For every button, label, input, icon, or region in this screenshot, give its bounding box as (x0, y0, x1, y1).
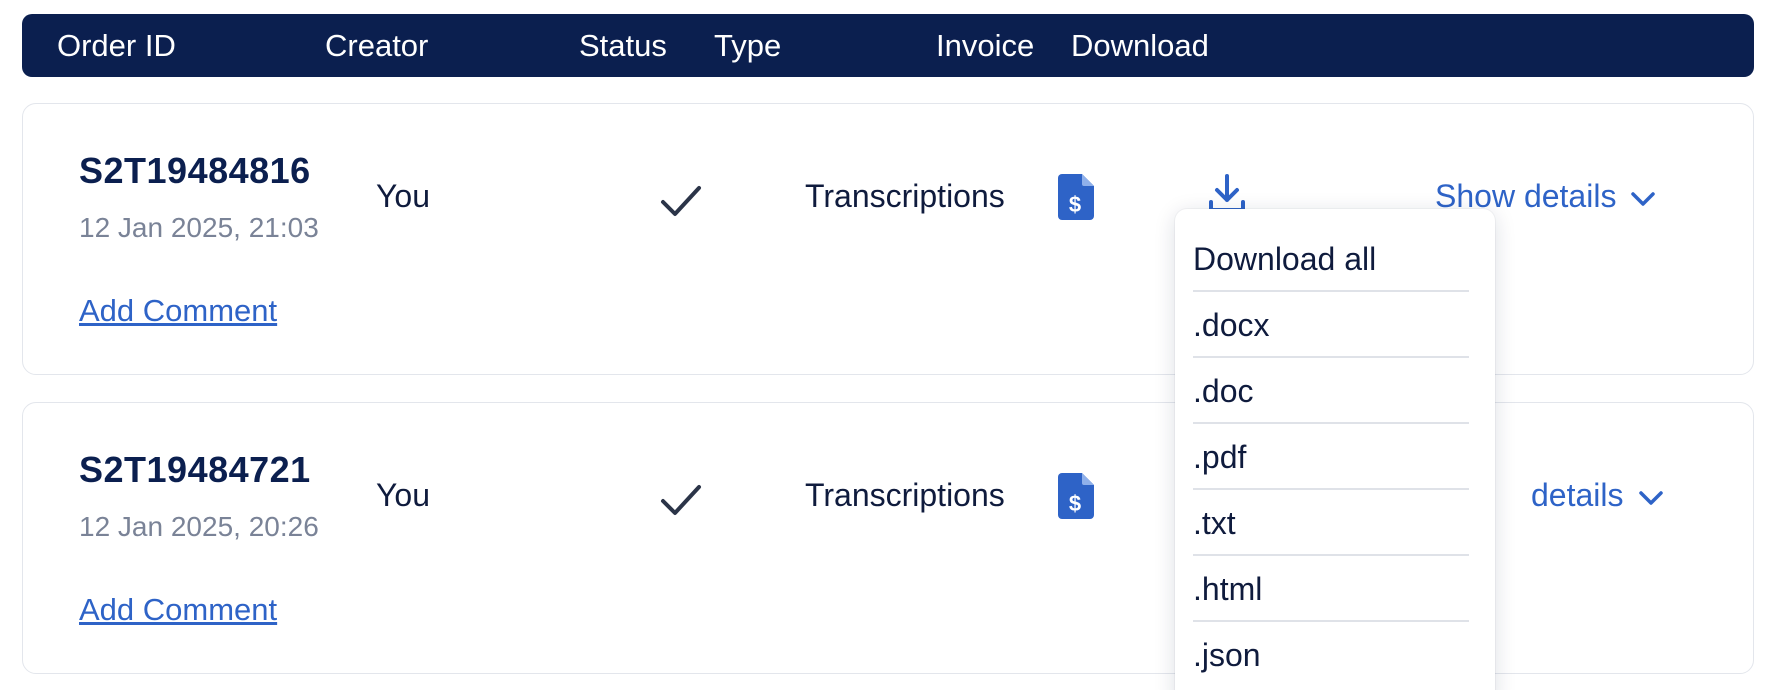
download-docx-option[interactable]: .docx (1193, 293, 1469, 358)
header-download: Download (1071, 28, 1209, 63)
check-icon (661, 186, 701, 216)
header-order-id: Order ID (57, 28, 176, 63)
order-date: 12 Jan 2025, 20:26 (79, 511, 319, 542)
download-arrow-icon[interactable] (1207, 174, 1247, 214)
order-id: S2T19484816 (79, 150, 311, 191)
download-json-option[interactable]: .json (1193, 623, 1469, 688)
add-comment-link[interactable]: Add Comment (79, 592, 277, 628)
header-status: Status (579, 28, 667, 63)
download-doc-option[interactable]: .doc (1193, 359, 1469, 424)
invoice-dollar-icon[interactable]: $ (1058, 174, 1094, 220)
download-html-option[interactable]: .html (1193, 557, 1469, 622)
header-creator: Creator (325, 28, 429, 63)
creator: You (376, 178, 430, 214)
svg-text:$: $ (1069, 192, 1081, 217)
order-date: 12 Jan 2025, 21:03 (79, 212, 319, 243)
chevron-down-icon (1631, 191, 1656, 206)
header-invoice: Invoice (936, 28, 1035, 63)
check-icon (661, 485, 701, 515)
show-details-label: details (1531, 477, 1624, 513)
add-comment-link[interactable]: Add Comment (79, 293, 277, 329)
download-dropdown-menu: Download all .docx .doc .pdf .txt .html … (1175, 209, 1495, 690)
show-details-toggle[interactable]: details (1531, 477, 1664, 514)
svg-text:$: $ (1069, 491, 1081, 516)
creator: You (376, 477, 430, 513)
download-txt-option[interactable]: .txt (1193, 491, 1469, 556)
order-type: Transcriptions (805, 477, 1005, 513)
download-all-option[interactable]: Download all (1193, 227, 1469, 292)
order-id: S2T19484721 (79, 449, 311, 490)
invoice-dollar-icon[interactable]: $ (1058, 473, 1094, 519)
header-type: Type (714, 28, 782, 63)
download-pdf-option[interactable]: .pdf (1193, 425, 1469, 490)
chevron-down-icon (1638, 490, 1663, 505)
table-header: Order ID Creator Status Type Invoice Dow… (22, 14, 1754, 77)
order-type: Transcriptions (805, 178, 1005, 214)
